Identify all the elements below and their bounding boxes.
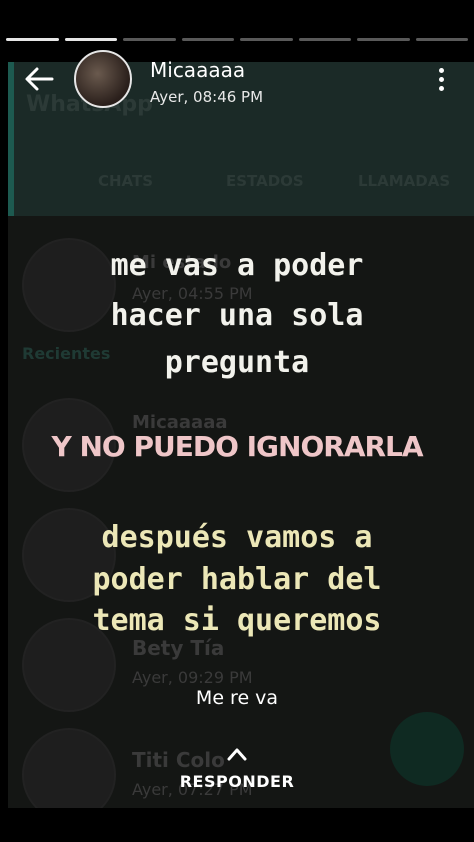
progress-segment [64,38,117,41]
story-line: hacer una sola [110,298,364,333]
story-line: poder hablar del [92,562,382,597]
background-contact-name: Titi Colo [132,748,225,772]
back-arrow-icon[interactable] [22,62,56,96]
progress-segment [123,38,176,41]
progress-segment [240,38,293,41]
progress-segment [298,38,351,41]
progress-segment [181,38,234,41]
progress-segment [357,38,410,41]
background-tab: ESTADOS [226,172,304,190]
story-caption: Me re va [195,687,279,709]
background-contact-time: Ayer, 09:29 PM [132,668,253,687]
chevron-up-icon[interactable] [226,746,248,762]
story-line: tema si queremos [92,603,382,638]
story-line: me vas a poder [110,248,364,283]
contact-name[interactable]: Micaaaaa [150,58,245,82]
progress-segment [415,38,468,41]
more-options-icon[interactable] [438,68,444,98]
story-progress [6,38,468,42]
background-avatar [22,728,116,808]
story-line: pregunta [164,345,310,380]
background-tab: LLAMADAS [358,172,451,190]
status-timestamp: Ayer, 08:46 PM [150,88,264,106]
background-contact-name: Bety Tía [132,636,225,660]
progress-segment [6,38,59,41]
story-header: Micaaaaa Ayer, 08:46 PM [0,48,474,112]
story-line: después vamos a [101,520,373,555]
background-tab: CHATS [98,172,154,190]
avatar[interactable] [74,50,132,108]
story-highlight-line: Y NO PUEDO IGNORARLA [51,430,423,463]
reply-button[interactable]: RESPONDER [0,772,474,791]
